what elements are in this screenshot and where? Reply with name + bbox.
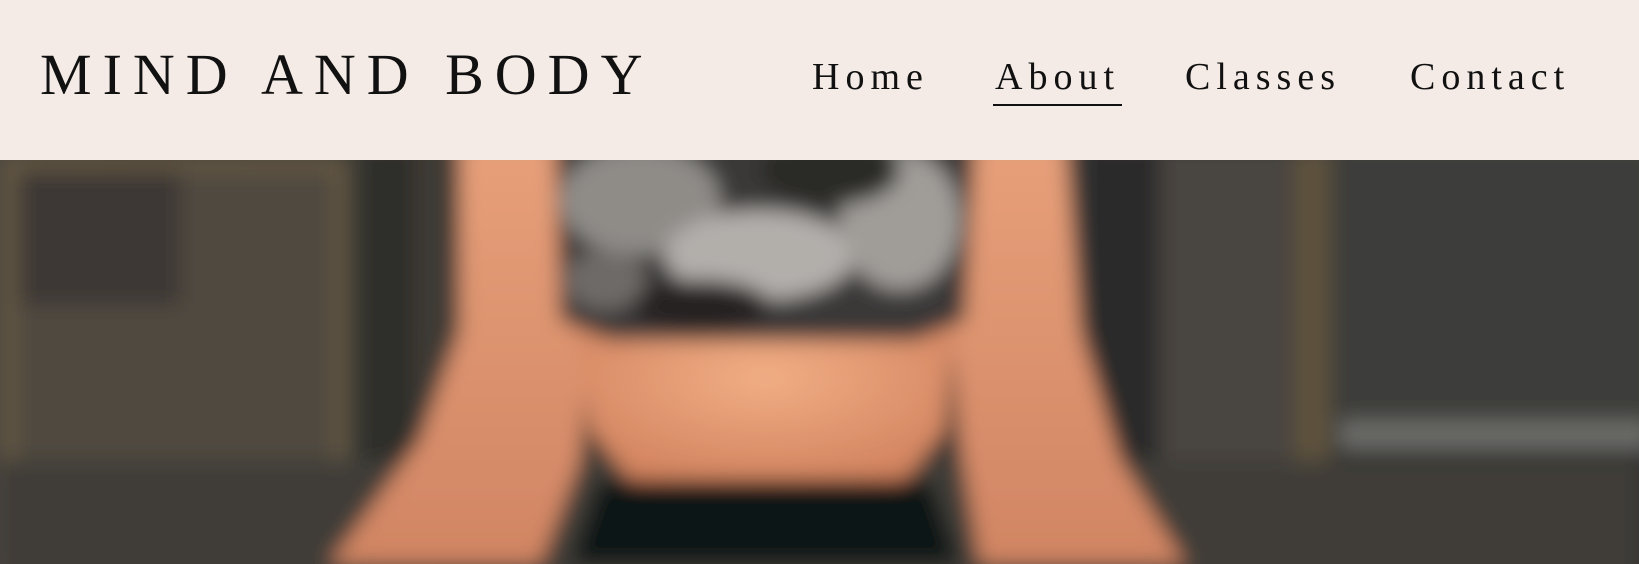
page: MIND AND BODY Home About Classes Contact	[0, 0, 1639, 564]
site-header: MIND AND BODY Home About Classes Contact	[0, 0, 1639, 160]
hero-photo	[0, 160, 1639, 564]
nav-link-contact[interactable]: Contact	[1410, 54, 1570, 104]
nav-link-classes[interactable]: Classes	[1185, 54, 1341, 104]
nav-link-home[interactable]: Home	[812, 54, 929, 104]
main-nav: Home About Classes Contact	[812, 54, 1580, 106]
site-title[interactable]: MIND AND BODY	[40, 40, 653, 110]
nav-link-about[interactable]: About	[993, 54, 1122, 106]
hero-image	[0, 160, 1639, 564]
